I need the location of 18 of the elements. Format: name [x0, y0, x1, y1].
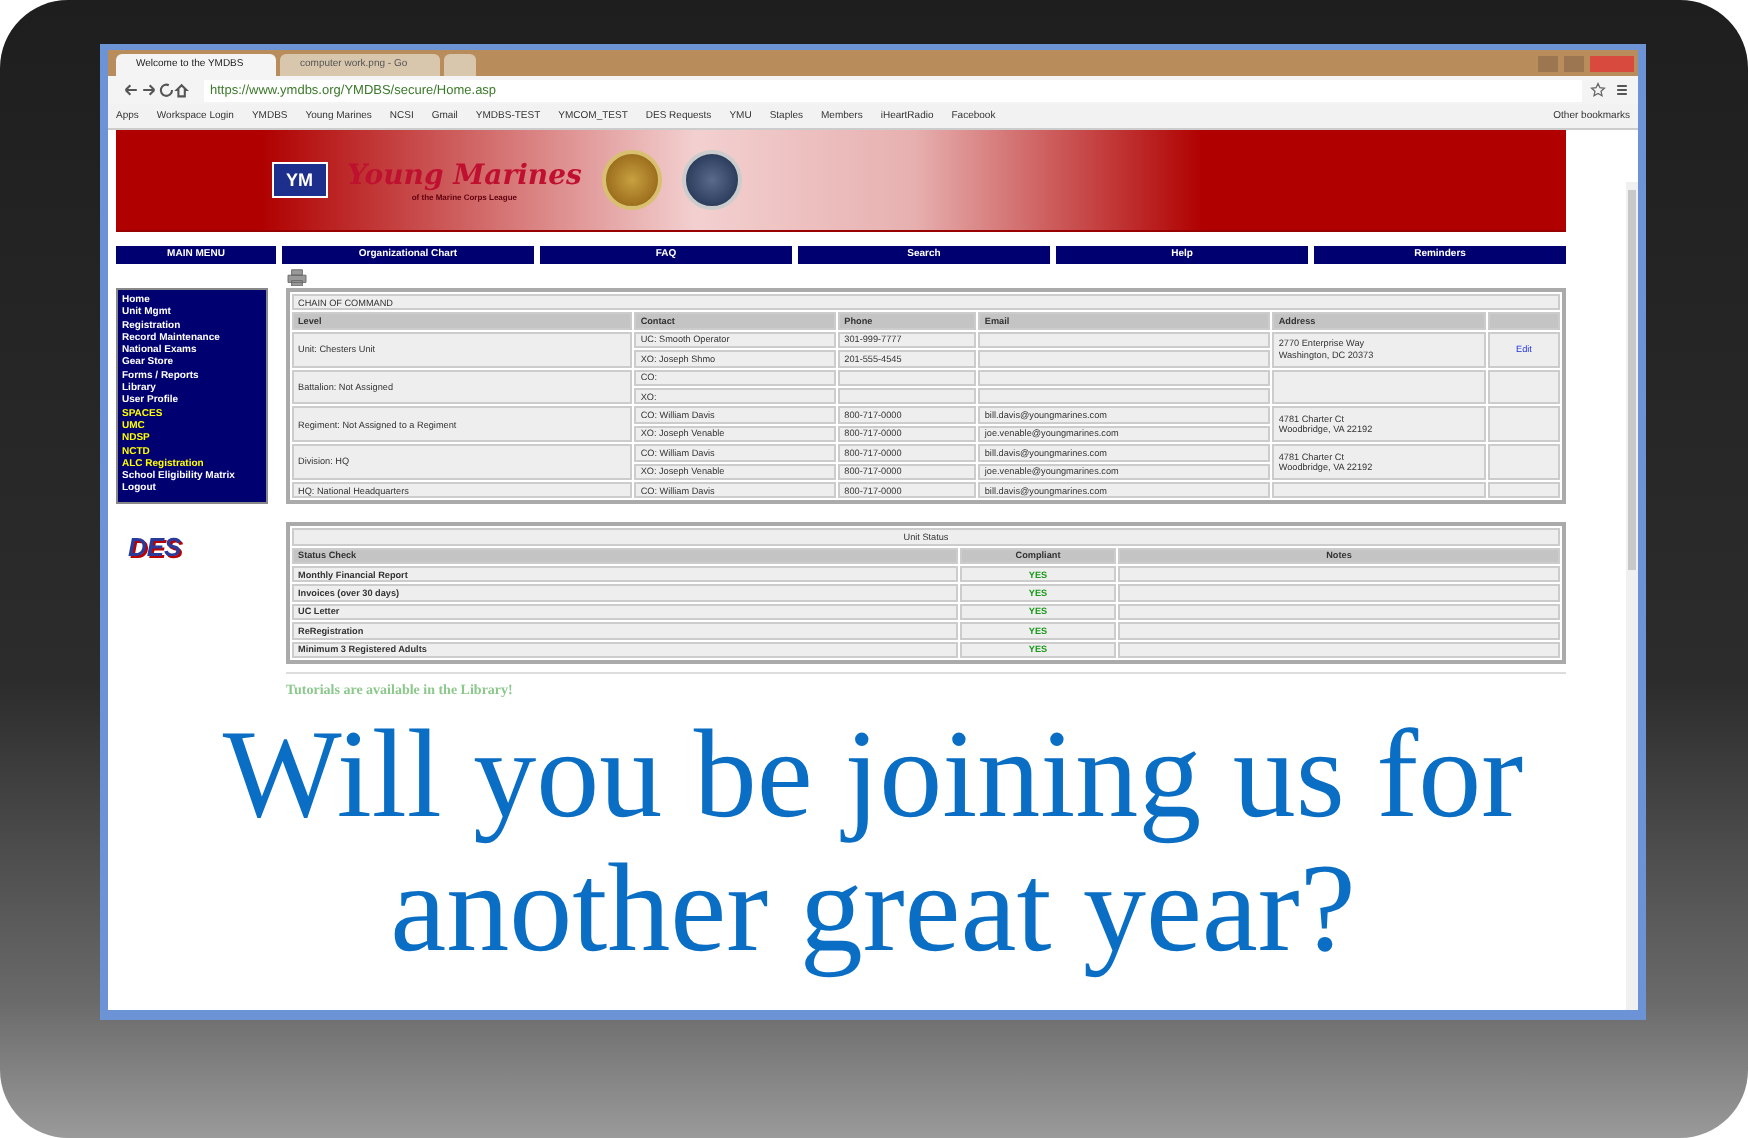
printer-icon[interactable]	[286, 268, 308, 286]
promo-headline: Will you be joining us for another great year?	[220, 708, 1526, 976]
new-tab-button[interactable]	[444, 54, 476, 76]
table-cell	[1488, 406, 1560, 443]
seal-emblem	[681, 150, 742, 210]
menu-icon[interactable]	[1614, 82, 1630, 98]
table-cell	[838, 387, 977, 405]
logo-badge: YM	[272, 162, 327, 198]
maximize-button[interactable]	[1564, 55, 1584, 71]
des-logo: DES	[128, 531, 182, 562]
table-cell	[838, 369, 977, 386]
scrollbar[interactable]	[1626, 182, 1638, 1010]
seal-emblem	[601, 150, 662, 210]
table-cell	[1488, 444, 1560, 480]
close-button[interactable]	[1590, 55, 1634, 71]
table-cell	[1488, 481, 1560, 499]
star-icon[interactable]	[1590, 82, 1606, 98]
minimize-button[interactable]	[1538, 55, 1558, 71]
